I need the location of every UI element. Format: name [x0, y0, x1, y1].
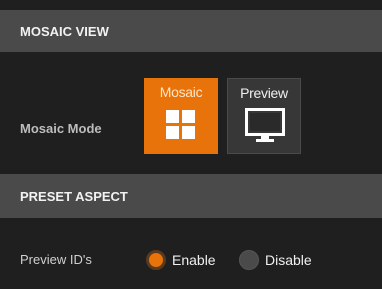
mosaic-mode-label: Mosaic Mode: [20, 121, 102, 136]
disable-radio-label: Disable: [265, 252, 312, 268]
mosaic-view-title: MOSAIC VIEW: [20, 23, 109, 39]
monitor-icon: [245, 108, 285, 142]
preset-aspect-header: PRESET ASPECT: [0, 174, 382, 218]
preview-button-label: Preview: [240, 85, 288, 101]
mosaic-grid-icon: [166, 110, 195, 139]
enable-radio-label: Enable: [172, 252, 216, 268]
disable-radio[interactable]: Disable: [239, 250, 312, 270]
radio-unselected-indicator[interactable]: [239, 250, 259, 270]
preview-ids-label: Preview ID's: [20, 252, 92, 267]
enable-radio[interactable]: Enable: [146, 250, 216, 270]
preview-mode-button[interactable]: Preview: [227, 78, 301, 154]
mosaic-view-header: MOSAIC VIEW: [0, 10, 382, 52]
radio-selected-indicator[interactable]: [146, 250, 166, 270]
mosaic-mode-button[interactable]: Mosaic: [144, 78, 218, 154]
preset-aspect-title: PRESET ASPECT: [20, 188, 128, 204]
mosaic-button-label: Mosaic: [159, 84, 203, 100]
